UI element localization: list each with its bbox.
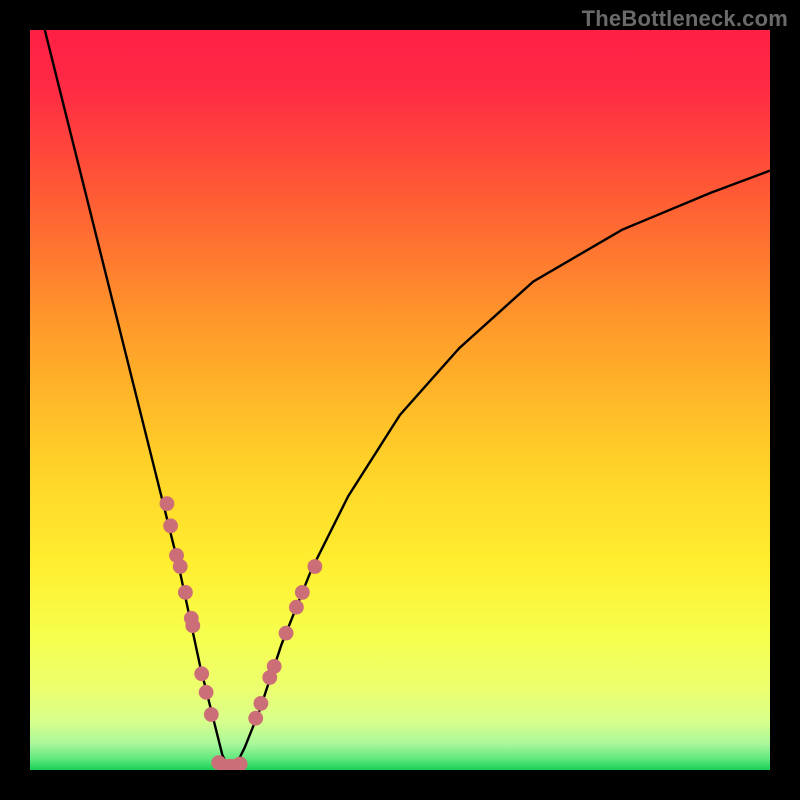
data-dot	[194, 666, 209, 681]
data-dot	[295, 585, 310, 600]
curve-path	[45, 30, 770, 770]
data-dot	[199, 685, 214, 700]
data-dot	[279, 626, 294, 641]
chart-canvas: TheBottleneck.com	[0, 0, 800, 800]
data-dot	[267, 659, 282, 674]
data-dot	[173, 559, 188, 574]
data-dot	[163, 518, 178, 533]
dot-layer	[160, 496, 323, 770]
data-dot	[308, 559, 323, 574]
plot-area	[30, 30, 770, 770]
data-dot	[204, 707, 219, 722]
bottleneck-curve	[30, 30, 770, 770]
watermark-text: TheBottleneck.com	[582, 6, 788, 32]
data-dot	[185, 618, 200, 633]
data-dot	[160, 496, 175, 511]
data-dot	[253, 696, 268, 711]
data-dot	[233, 757, 248, 770]
data-dot	[178, 585, 193, 600]
data-dot	[289, 600, 304, 615]
data-dot	[248, 711, 263, 726]
